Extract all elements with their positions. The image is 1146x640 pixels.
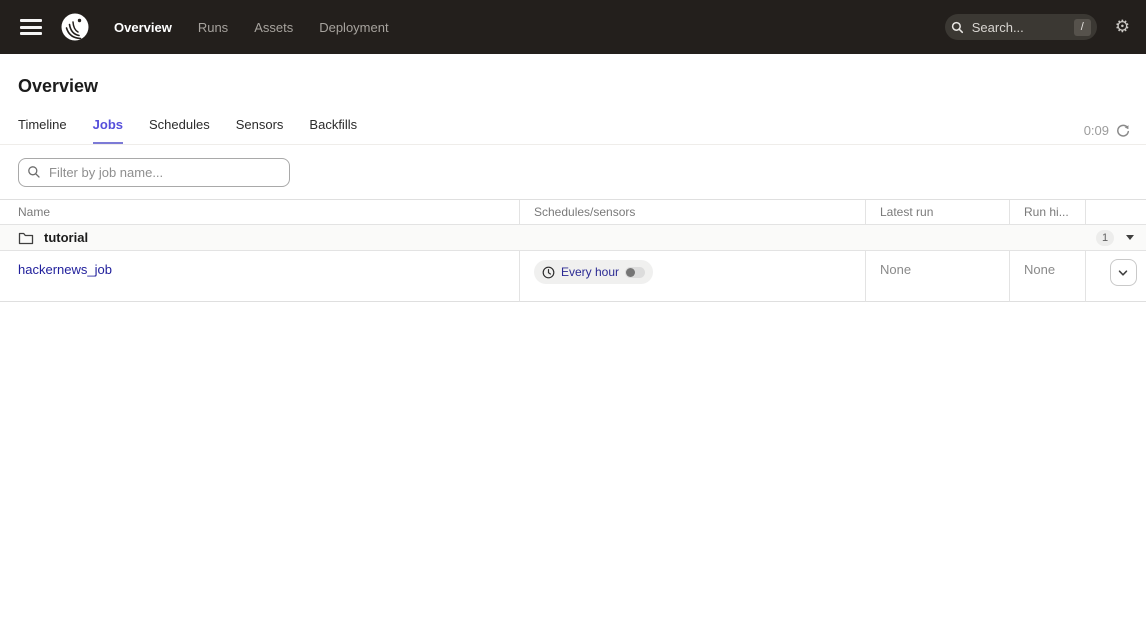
collapse-caret-icon[interactable] <box>1126 235 1134 240</box>
clock-icon <box>542 266 555 279</box>
job-name-link[interactable]: hackernews_job <box>18 251 112 277</box>
top-nav-links: Overview Runs Assets Deployment <box>114 20 389 35</box>
hamburger-menu-icon[interactable] <box>20 19 42 35</box>
refresh-countdown: 0:09 <box>1084 123 1109 138</box>
column-header-name: Name <box>0 200 520 225</box>
column-header-actions <box>1086 200 1146 225</box>
schedule-tag[interactable]: Every hour <box>534 260 653 284</box>
tab-sensors[interactable]: Sensors <box>236 117 284 144</box>
global-search-input[interactable]: Search... / <box>945 14 1097 40</box>
schedule-toggle[interactable] <box>625 267 645 278</box>
nav-assets[interactable]: Assets <box>254 20 293 35</box>
latest-run-cell: None <box>866 251 1010 302</box>
jobs-table-header: Name Schedules/sensors Latest run Run hi… <box>0 200 1146 225</box>
tab-backfills[interactable]: Backfills <box>309 117 357 144</box>
repo-group-name: tutorial <box>44 230 88 245</box>
row-expand-button[interactable] <box>1110 259 1137 286</box>
search-icon <box>949 18 967 36</box>
nav-deployment[interactable]: Deployment <box>319 20 388 35</box>
column-header-run-history: Run hi... <box>1010 200 1086 225</box>
nav-runs[interactable]: Runs <box>198 20 228 35</box>
page-title: Overview <box>0 54 1146 97</box>
overview-tabs-row: Timeline Jobs Schedules Sensors Backfill… <box>0 117 1146 145</box>
latest-run-value: None <box>880 251 911 277</box>
tab-jobs[interactable]: Jobs <box>93 117 123 144</box>
row-actions-cell <box>1086 251 1146 302</box>
repo-group-row[interactable]: tutorial 1 <box>0 225 1146 251</box>
nav-overview[interactable]: Overview <box>114 20 172 35</box>
chevron-down-icon <box>1117 267 1129 279</box>
search-shortcut-badge: / <box>1074 19 1091 36</box>
run-history-value: None <box>1024 251 1055 277</box>
schedule-label: Every hour <box>561 265 619 279</box>
job-count-badge: 1 <box>1096 230 1114 246</box>
table-row: hackernews_job Every hour None None <box>0 251 1146 302</box>
settings-gear-icon[interactable]: ⚙ <box>1115 19 1130 36</box>
tab-timeline[interactable]: Timeline <box>18 117 67 144</box>
dagster-logo-icon[interactable] <box>60 12 90 42</box>
job-filter <box>18 158 290 187</box>
job-name-cell: hackernews_job <box>0 251 520 302</box>
column-header-latest-run: Latest run <box>866 200 1010 225</box>
filter-search-icon <box>27 165 41 184</box>
tab-schedules[interactable]: Schedules <box>149 117 210 144</box>
job-schedules-cell: Every hour <box>520 251 866 302</box>
search-placeholder: Search... <box>972 20 1074 35</box>
job-filter-input[interactable] <box>18 158 290 187</box>
column-header-schedules-sensors: Schedules/sensors <box>520 200 866 225</box>
refresh-icon[interactable] <box>1116 124 1130 138</box>
top-navigation-bar: Overview Runs Assets Deployment Search..… <box>0 0 1146 54</box>
folder-icon <box>18 231 34 245</box>
jobs-table: Name Schedules/sensors Latest run Run hi… <box>0 199 1146 302</box>
run-history-cell: None <box>1010 251 1086 302</box>
